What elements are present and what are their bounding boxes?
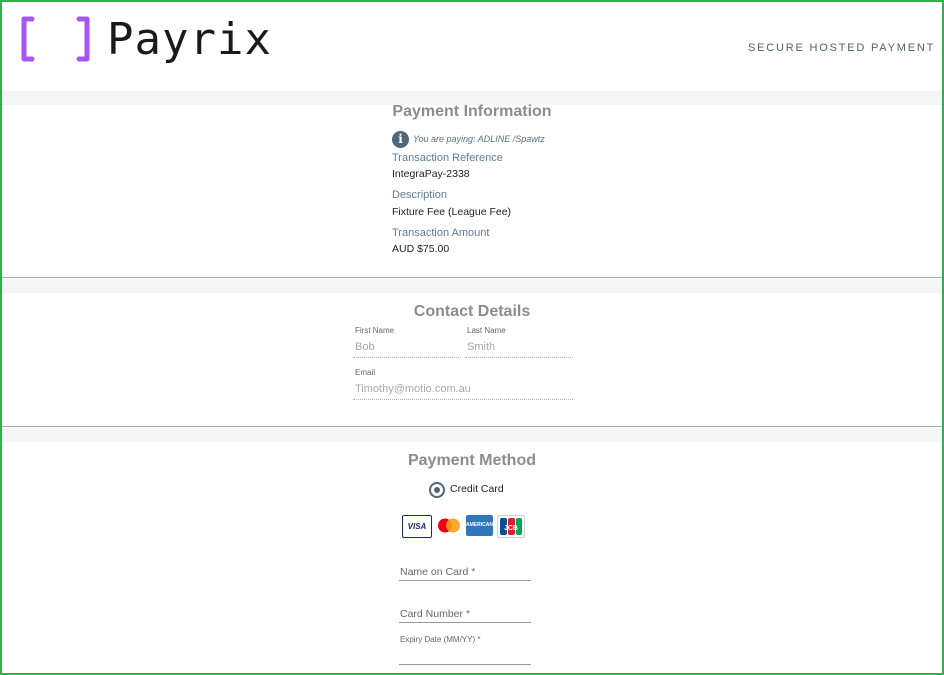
amex-icon: AMERICAN EXPRESS — [466, 515, 493, 549]
last-name-value: Smith — [467, 341, 496, 353]
email-value: Timothy@motio.com.au — [355, 383, 471, 395]
header: Payrix SECURE HOSTED PAYMENT — [2, 2, 942, 90]
transaction-reference-label: Transaction Reference — [392, 152, 503, 164]
brand-name: Payrix — [107, 14, 272, 65]
last-name-field[interactable]: Last Name Smith — [465, 326, 573, 358]
info-icon: i — [392, 131, 409, 148]
name-on-card-input[interactable]: Name on Card * — [399, 560, 531, 581]
email-label: Email — [355, 368, 376, 377]
paying-to-text: You are paying: ADLINE /Spawtz — [413, 134, 545, 144]
card-number-input[interactable]: Card Number * — [399, 602, 531, 623]
description-value: Fixture Fee (League Fee) — [392, 206, 512, 218]
mastercard-icon — [438, 518, 460, 533]
section-band — [2, 428, 942, 442]
first-name-field[interactable]: First Name Bob — [353, 326, 461, 358]
payment-info-title: Payment Information — [392, 103, 552, 120]
card-number-placeholder: Card Number * — [400, 608, 471, 620]
contact-details-title: Contact Details — [413, 303, 531, 320]
payment-page-frame: Payrix SECURE HOSTED PAYMENT Payment Inf… — [0, 0, 944, 675]
email-field[interactable]: Email Timothy@motio.com.au — [353, 368, 573, 400]
section-band — [2, 279, 942, 293]
jcb-icon: JCB — [497, 515, 525, 538]
bracket-logo-icon — [21, 16, 90, 62]
section-divider — [2, 277, 942, 278]
credit-card-label[interactable]: Credit Card — [450, 483, 504, 495]
first-name-value: Bob — [355, 341, 375, 353]
transaction-reference-value: IntegraPay-2338 — [392, 168, 470, 180]
secure-hosted-label: SECURE HOSTED PAYMENT — [748, 42, 936, 54]
last-name-label: Last Name — [467, 326, 506, 335]
visa-icon: VISA — [402, 515, 432, 538]
jcb-text: JCB — [504, 525, 518, 532]
radio-selected-dot — [434, 487, 440, 493]
expiry-date-placeholder: Expiry Date (MM/YY) * — [400, 635, 481, 644]
section-divider — [2, 426, 942, 427]
description-label: Description — [392, 189, 448, 201]
first-name-label: First Name — [355, 326, 395, 335]
transaction-amount-value: AUD $75.00 — [392, 243, 450, 255]
name-on-card-placeholder: Name on Card * — [400, 566, 476, 578]
payment-method-title: Payment Method — [407, 452, 536, 469]
transaction-amount-label: Transaction Amount — [392, 227, 490, 239]
credit-card-radio[interactable] — [429, 482, 445, 498]
expiry-date-input[interactable]: Expiry Date (MM/YY) * — [399, 633, 531, 665]
